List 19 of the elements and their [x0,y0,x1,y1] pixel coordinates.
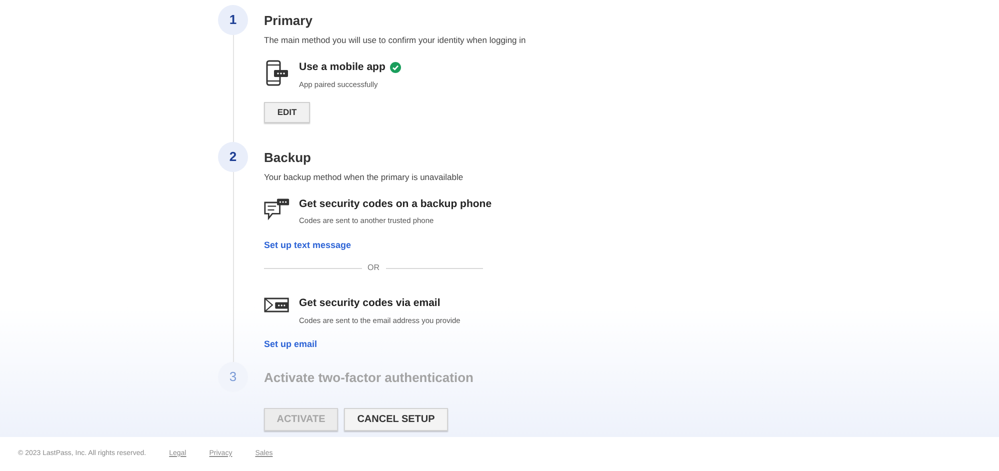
chat-bubble-icon [264,196,290,220]
phone-icon [265,60,289,86]
setup-link[interactable]: Set up text message [264,238,352,252]
step-description: The main method you will use to confirm your identity when logging in [264,34,526,47]
step-title: Primary [264,13,314,29]
method-title: Get security codes on a backup phone [299,196,492,212]
step-title: Backup [264,150,312,166]
cancel-button[interactable]: CANCEL SETUP [344,408,448,430]
envelope-icon [264,296,290,314]
edit-button[interactable]: EDIT [264,102,310,123]
or-divider-label: OR [368,262,380,274]
step-number: 2 [218,142,248,172]
step-number: 3 [218,362,248,392]
step-title: Activate two-factor authentication [264,370,474,386]
method-title: Use a mobile app [299,60,386,75]
setup-link[interactable]: Set up email [264,338,318,352]
step-number: 1 [218,5,248,35]
step-description: Your backup method when the primary is unavailable [264,170,464,184]
method-title: Get security codes via email [299,296,440,311]
